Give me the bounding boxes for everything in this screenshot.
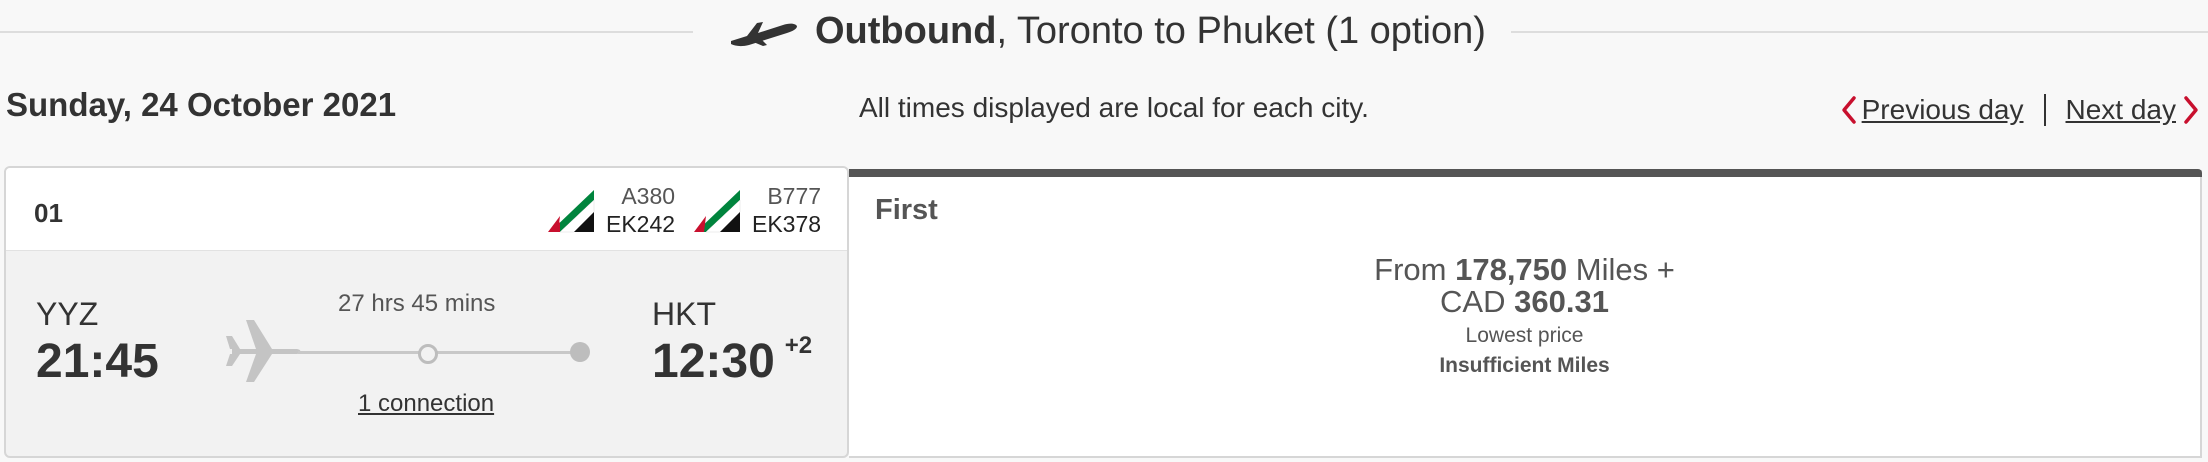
lowest-price-label: Lowest price bbox=[1465, 324, 1584, 347]
trip-duration: 27 hrs 45 mins bbox=[338, 290, 496, 317]
connection-point bbox=[418, 344, 438, 364]
chevron-right-icon bbox=[2184, 96, 2198, 124]
flight-option-header: 01 A380 EK242 B777 EK378 bbox=[6, 168, 847, 251]
aircraft-type: A380 bbox=[621, 183, 676, 209]
flight-number: EK242 bbox=[606, 211, 676, 237]
currency-code: CAD bbox=[1440, 284, 1506, 319]
emirates-tail-icon bbox=[694, 190, 741, 233]
availability-status: Insufficient Miles bbox=[1439, 354, 1610, 377]
header-divider-right bbox=[1511, 31, 2208, 33]
departure-time: 21:45 bbox=[36, 335, 159, 388]
cash-amount: 360.31 bbox=[1514, 284, 1609, 319]
option-number: 01 bbox=[34, 198, 63, 228]
arrival-time-group: 12:30 +2 bbox=[652, 332, 813, 389]
emirates-tail-icon bbox=[548, 190, 595, 233]
fare-panel-first[interactable]: First From 178,750 Miles + CAD 360.31 Lo… bbox=[849, 169, 2202, 458]
flight-segment-2: B777 EK378 bbox=[692, 182, 821, 238]
airplane-icon bbox=[226, 320, 301, 382]
connection-details-link[interactable]: 1 connection bbox=[358, 390, 494, 418]
route-line bbox=[298, 351, 578, 354]
previous-day-label: Previous day bbox=[1861, 94, 2024, 125]
plane-takeoff-icon bbox=[731, 22, 797, 47]
miles-price: From 178,750 Miles + bbox=[849, 254, 2200, 286]
price-block: From 178,750 Miles + CAD 360.31 Lowest p… bbox=[849, 254, 2200, 382]
miles-label: Miles + bbox=[1575, 252, 1675, 287]
cash-price: CAD 360.31 bbox=[849, 286, 2200, 318]
aircraft-type: B777 bbox=[767, 183, 822, 209]
direction-label: Outbound bbox=[815, 9, 997, 52]
day-navigation: Previous day Next day bbox=[1840, 90, 2200, 130]
flight-number: EK378 bbox=[752, 211, 822, 237]
header-title-group: Outbound, Toronto to Phuket (1 option) bbox=[727, 2, 1486, 60]
from-label: From bbox=[1374, 252, 1447, 287]
destination-point bbox=[570, 342, 590, 362]
flight-option-card[interactable]: 01 A380 EK242 B777 EK378 YYZ 21:45 27 hr… bbox=[4, 166, 849, 458]
arrival-airport-code: HKT bbox=[652, 296, 716, 332]
flight-segment-1-info: A380 EK242 bbox=[606, 182, 675, 238]
local-time-notice: All times displayed are local for each c… bbox=[859, 92, 1369, 123]
flight-segment-2-info: B777 EK378 bbox=[752, 182, 821, 238]
day-offset-badge: +2 bbox=[784, 332, 813, 359]
header-divider-left bbox=[0, 31, 693, 33]
cabin-class: First bbox=[875, 194, 938, 226]
next-day-link[interactable]: Next day bbox=[2066, 94, 2201, 126]
arrival-time: 12:30 bbox=[652, 335, 775, 388]
flight-segment-1: A380 EK242 bbox=[546, 182, 675, 238]
page-title: Outbound, Toronto to Phuket (1 option) bbox=[815, 10, 1486, 53]
fare-panel-top-bar bbox=[849, 169, 2202, 177]
route-label: , Toronto to Phuket (1 option) bbox=[996, 9, 1486, 52]
departure-airport-code: YYZ bbox=[36, 296, 99, 332]
selected-date: Sunday, 24 October 2021 bbox=[6, 86, 397, 123]
chevron-left-icon bbox=[1841, 96, 1856, 124]
outbound-header: Outbound, Toronto to Phuket (1 option) bbox=[0, 0, 2208, 64]
previous-day-link[interactable]: Previous day bbox=[1840, 94, 2024, 126]
next-day-label: Next day bbox=[2065, 94, 2177, 125]
day-nav-separator bbox=[2043, 94, 2046, 126]
miles-amount: 178,750 bbox=[1455, 252, 1568, 287]
